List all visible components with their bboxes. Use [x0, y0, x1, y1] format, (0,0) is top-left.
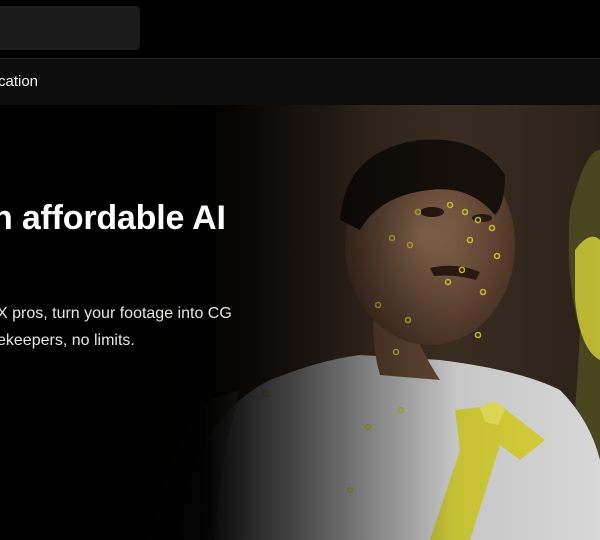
hero-subtext: X pros, turn your footage into CG ekeepe… [0, 300, 232, 354]
top-bar [0, 0, 600, 58]
search-input[interactable] [0, 6, 140, 50]
hero-headline: n affordable AI [0, 199, 226, 237]
hero-subtext-line-1: X pros, turn your footage into CG [0, 305, 232, 322]
hero-subtext-line-2: ekeepers, no limits. [0, 332, 135, 349]
navigation-bar: cation [0, 58, 600, 106]
nav-item-education[interactable]: cation [0, 73, 38, 90]
hero-banner: n affordable AI X pros, turn your footag… [0, 105, 600, 540]
